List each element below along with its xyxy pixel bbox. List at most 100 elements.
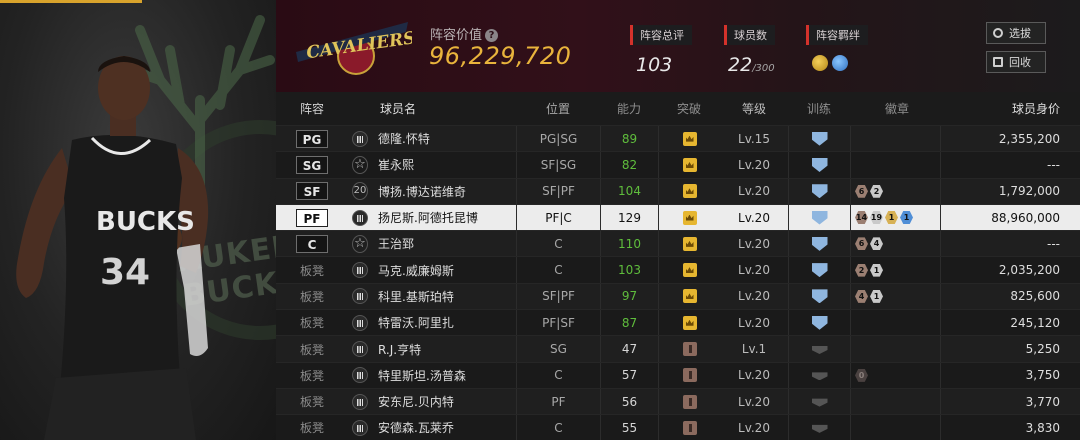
breakthrough-crown-icon[interactable] bbox=[682, 368, 697, 383]
player-level: Lv.20 bbox=[738, 210, 770, 225]
player-name[interactable]: 王治郅 bbox=[372, 235, 516, 252]
table-row[interactable]: 板凳 R.J.亨特 SG 47 Lv.1 5,250 bbox=[276, 335, 1080, 362]
training-shield-icon[interactable] bbox=[811, 157, 828, 172]
player-name[interactable]: 德隆.怀特 bbox=[372, 130, 516, 147]
badge-group[interactable]: 14 19 1 1 bbox=[850, 204, 940, 231]
col-slot[interactable]: 位置 bbox=[516, 100, 600, 117]
table-row[interactable]: SG ☆ 崔永熙 SF|SG 82 Lv.20 --- bbox=[276, 151, 1080, 178]
player-name[interactable]: 特雷沃.阿里扎 bbox=[372, 314, 516, 331]
table-row[interactable]: 板凳 特雷沃.阿里扎 PF|SF 87 Lv.20 245,120 bbox=[276, 309, 1080, 336]
bond-blue-icon[interactable] bbox=[832, 55, 848, 71]
table-row[interactable]: SF 20 博扬.博达诺维奇 SF|PF 104 Lv.20 62 1,792,… bbox=[276, 177, 1080, 204]
badge-count: 19 bbox=[870, 211, 883, 225]
col-training[interactable]: 训练 bbox=[788, 100, 850, 117]
table-row[interactable]: 板凳 科里.基斯珀特 SF|PF 97 Lv.20 41 825,600 bbox=[276, 282, 1080, 310]
breakthrough-crown-icon[interactable] bbox=[682, 420, 697, 435]
badge-group[interactable] bbox=[850, 152, 940, 178]
badge-group[interactable] bbox=[850, 310, 940, 336]
lineup-bonds-stat[interactable]: 阵容羁绊 bbox=[806, 24, 868, 71]
badge-group[interactable]: 62 bbox=[850, 178, 940, 204]
player-rating: 47 bbox=[600, 336, 658, 362]
badge-count: 2 bbox=[855, 263, 868, 277]
training-shield-icon[interactable] bbox=[811, 210, 828, 225]
bond-gold-icon[interactable] bbox=[812, 55, 828, 71]
table-row[interactable]: 板凳 马克.威廉姆斯 C 103 Lv.20 21 2,035,200 bbox=[276, 256, 1080, 283]
badge-group[interactable] bbox=[850, 336, 940, 362]
training-shield-icon[interactable] bbox=[811, 346, 828, 355]
breakthrough-crown-icon[interactable] bbox=[682, 394, 697, 409]
position-badge: C bbox=[296, 234, 328, 253]
player-name[interactable]: 扬尼斯.阿德托昆博 bbox=[372, 209, 516, 226]
training-shield-icon[interactable] bbox=[811, 315, 828, 330]
help-icon[interactable]: ? bbox=[485, 29, 499, 42]
training-shield-icon[interactable] bbox=[811, 131, 828, 146]
player-name[interactable]: 安东尼.贝内特 bbox=[372, 393, 516, 410]
player-slot: PF|C bbox=[516, 204, 600, 231]
table-row[interactable]: 板凳 特里斯坦.汤普森 C 57 Lv.20 0 3,750 bbox=[276, 361, 1080, 388]
training-shield-icon[interactable] bbox=[811, 263, 828, 278]
player-price: 825,600 bbox=[940, 283, 1074, 310]
stats-bars-icon bbox=[352, 262, 368, 279]
player-name[interactable]: 特里斯坦.汤普森 bbox=[372, 367, 516, 384]
player-name[interactable]: 科里.基斯珀特 bbox=[372, 288, 516, 305]
player-name[interactable]: 崔永熙 bbox=[372, 156, 516, 173]
badge-group[interactable]: 21 bbox=[850, 257, 940, 283]
breakthrough-crown-icon[interactable] bbox=[682, 131, 697, 146]
col-price[interactable]: 球员身价 bbox=[940, 100, 1074, 117]
breakthrough-crown-icon[interactable] bbox=[682, 289, 697, 304]
badge-group[interactable]: 0 bbox=[850, 362, 940, 388]
table-row[interactable]: PF 扬尼斯.阿德托昆博 PF|C 129 Lv.20 14 19 1 1 88,96… bbox=[276, 203, 1080, 231]
player-rating: 82 bbox=[600, 152, 658, 178]
badge-group[interactable] bbox=[850, 415, 940, 440]
breakthrough-crown-icon[interactable] bbox=[682, 263, 697, 278]
recycle-button-label: 回收 bbox=[1009, 56, 1031, 69]
breakthrough-crown-icon[interactable] bbox=[682, 342, 697, 357]
col-level[interactable]: 等级 bbox=[720, 100, 788, 117]
training-shield-icon[interactable] bbox=[811, 398, 828, 407]
badge-count: 1 bbox=[900, 211, 913, 225]
training-shield-icon[interactable] bbox=[811, 236, 828, 251]
col-name[interactable]: 球员名 bbox=[372, 100, 516, 117]
position-badge: PG bbox=[296, 129, 328, 148]
training-shield-icon[interactable] bbox=[811, 424, 828, 433]
player-name[interactable]: 博扬.博达诺维奇 bbox=[372, 183, 516, 200]
cavaliers-logo-icon: CAVALIERS bbox=[296, 22, 412, 75]
refresh-icon bbox=[993, 28, 1003, 38]
training-shield-icon[interactable] bbox=[811, 289, 828, 304]
breakthrough-crown-icon[interactable] bbox=[682, 236, 697, 251]
select-button[interactable]: 选拔 bbox=[986, 22, 1046, 44]
col-rating[interactable]: 能力 bbox=[600, 100, 658, 117]
lineup-value-label: 阵容价值? bbox=[430, 24, 499, 43]
position-badge: SF bbox=[296, 182, 328, 201]
col-badges[interactable]: 徽章 bbox=[850, 100, 940, 117]
player-name[interactable]: 马克.威廉姆斯 bbox=[372, 262, 516, 279]
breakthrough-crown-icon[interactable] bbox=[682, 184, 697, 199]
badge-group[interactable]: 64 bbox=[850, 231, 940, 257]
stats-bars-icon bbox=[352, 314, 368, 331]
badge-group[interactable]: 41 bbox=[850, 283, 940, 310]
training-shield-icon[interactable] bbox=[811, 184, 828, 199]
number-icon: 20 bbox=[352, 182, 368, 201]
table-row[interactable]: PG 德隆.怀特 PG|SG 89 Lv.15 2,355,200 bbox=[276, 125, 1080, 152]
player-name[interactable]: 安德森.瓦莱乔 bbox=[372, 419, 516, 436]
badge-group[interactable] bbox=[850, 388, 940, 415]
player-price: 2,035,200 bbox=[940, 257, 1074, 283]
training-shield-icon[interactable] bbox=[811, 372, 828, 381]
stat-label: 阵容羁绊 bbox=[806, 25, 868, 45]
table-row[interactable]: 板凳 安东尼.贝内特 PF 56 Lv.20 3,770 bbox=[276, 387, 1080, 415]
breakthrough-crown-icon[interactable] bbox=[682, 315, 697, 330]
recycle-button[interactable]: 回收 bbox=[986, 51, 1046, 73]
player-name[interactable]: R.J.亨特 bbox=[372, 341, 516, 358]
table-header: 阵容 球员名 位置 能力 突破 等级 训练 徽章 球员身价 bbox=[276, 92, 1080, 125]
badge-group[interactable] bbox=[850, 126, 940, 152]
player-count-max: /300 bbox=[752, 63, 775, 74]
col-lineup[interactable]: 阵容 bbox=[276, 100, 348, 117]
col-breakthrough[interactable]: 突破 bbox=[658, 100, 720, 117]
breakthrough-crown-icon[interactable] bbox=[682, 157, 697, 172]
table-row[interactable]: C ☆ 王治郅 C 110 Lv.20 64 --- bbox=[276, 230, 1080, 257]
badge-count: 1 bbox=[885, 211, 898, 225]
player-slot: PF|SF bbox=[516, 310, 600, 336]
table-row[interactable]: 板凳 安德森.瓦莱乔 C 55 Lv.20 3,830 bbox=[276, 414, 1080, 440]
breakthrough-crown-icon[interactable] bbox=[682, 210, 697, 225]
bench-label: 板凳 bbox=[299, 421, 324, 436]
